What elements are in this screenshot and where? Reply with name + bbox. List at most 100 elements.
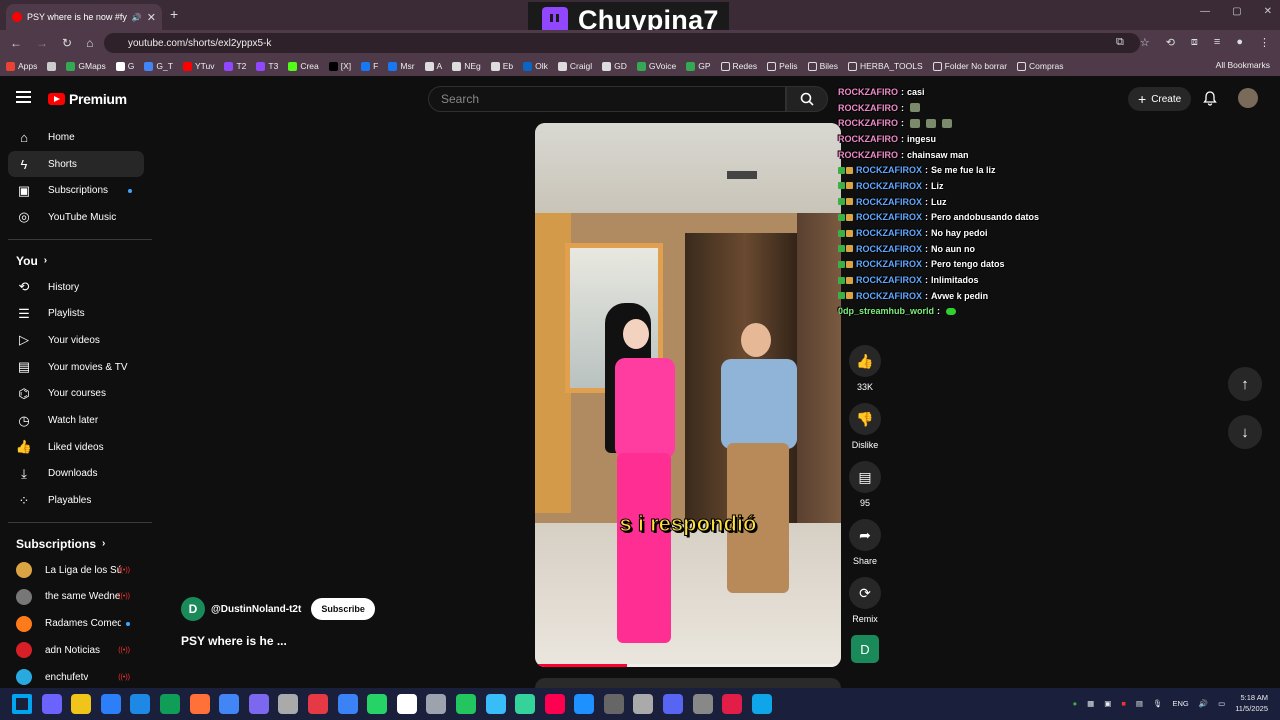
subscriptions-header[interactable]: Subscriptions › [0, 531, 152, 557]
language-indicator[interactable]: ENG [1172, 699, 1188, 708]
taskbar-app-icon[interactable] [515, 694, 536, 714]
bookmark-item[interactable]: YTuv [182, 61, 214, 71]
bookmark-item[interactable]: Craigl [557, 61, 592, 71]
bookmark-item[interactable]: G_T [144, 61, 173, 71]
bookmark-item[interactable]: T3 [256, 61, 278, 71]
taskbar-app-icon[interactable] [751, 694, 772, 714]
remix-button[interactable]: ⟳ [849, 577, 881, 609]
extensions-icon[interactable]: ⧈ [1191, 36, 1198, 49]
bookmark-item[interactable]: Crea [288, 61, 319, 71]
create-button[interactable]: + Create [1128, 87, 1192, 111]
sidebar-item-movies[interactable]: ▤ Your movies & TV [8, 354, 144, 381]
all-bookmarks-button[interactable]: All Bookmarks [1216, 60, 1270, 70]
taskbar-app-icon[interactable] [248, 694, 269, 714]
taskbar-app-icon[interactable] [426, 694, 447, 714]
clock[interactable]: 5:18 AM 11/5/2025 [1235, 692, 1268, 714]
profile-icon[interactable]: ● [1236, 36, 1243, 49]
avatar[interactable] [1238, 88, 1258, 108]
taskbar-app-icon[interactable] [337, 694, 358, 714]
channel-avatar-small[interactable]: D [851, 635, 879, 663]
tray-icon[interactable]: ▦ [1087, 699, 1094, 708]
taskbar-app-icon[interactable] [159, 694, 180, 714]
youtube-logo[interactable]: Premium [48, 91, 127, 107]
bookmark-folder[interactable]: Pelis [767, 61, 798, 71]
bookmark-item[interactable]: F [361, 61, 378, 71]
media-icon[interactable]: ≡ [1214, 36, 1220, 49]
new-tab-button[interactable]: + [170, 6, 178, 22]
previous-short-button[interactable]: ↑ [1228, 367, 1262, 401]
taskbar-app-icon[interactable] [71, 694, 92, 714]
channel-handle[interactable]: @DustinNoland-t2t [211, 604, 301, 615]
bookmark-item[interactable]: GD [602, 61, 627, 71]
display-icon[interactable]: ▭ [1218, 699, 1225, 708]
close-tab-icon[interactable]: ✕ [147, 11, 156, 24]
channel-avatar[interactable]: D [181, 597, 205, 621]
bookmark-item[interactable]: T2 [224, 61, 246, 71]
bookmark-item[interactable]: [X] [328, 61, 351, 71]
next-short-preview[interactable] [535, 678, 841, 688]
sidebar-item-courses[interactable]: ⌬ Your courses [8, 381, 144, 408]
sidebar-sub-channel[interactable]: La Liga de los Sú...((•)) [8, 557, 144, 584]
sidebar-item-subscriptions[interactable]: ▣ Subscriptions [8, 177, 144, 204]
sidebar-item-your-videos[interactable]: ▷ Your videos [8, 327, 144, 354]
bookmark-item[interactable]: Eb [490, 61, 513, 71]
maximize-button[interactable]: ▢ [1232, 6, 1241, 17]
sidebar-item-youtube-music[interactable]: ◎ YouTube Music [8, 204, 144, 231]
sidebar-item-playlists[interactable]: ☰ Playlists [8, 300, 144, 327]
taskbar-app-icon[interactable] [692, 694, 713, 714]
short-video-player[interactable]: s i respondió [535, 123, 841, 667]
sidebar-item-playables[interactable]: ⁘ Playables [8, 487, 144, 514]
taskbar-app-icon[interactable] [278, 694, 299, 714]
menu-hamburger-icon[interactable] [16, 91, 31, 103]
sidebar-sub-channel[interactable]: enchufetv ((•)) [8, 664, 144, 691]
bookmark-item[interactable]: NEg [452, 61, 481, 71]
menu-icon[interactable]: ⋮ [1259, 36, 1270, 49]
sidebar-item-liked-videos[interactable]: 👍 Liked videos [8, 434, 144, 461]
forward-icon[interactable]: → [36, 36, 48, 50]
bookmark-folder[interactable]: Biles [807, 61, 838, 71]
history-browser-icon[interactable]: ⟲ [1166, 36, 1175, 49]
bookmark-folder[interactable]: Compras [1017, 61, 1064, 71]
tray-icon[interactable]: ▣ [1104, 699, 1111, 708]
sidebar-item-watch-later[interactable]: ◷ Watch later [8, 407, 144, 434]
taskbar-app-icon[interactable] [219, 694, 240, 714]
taskbar-app-icon[interactable] [603, 694, 624, 714]
url-bar[interactable]: youtube.com/shorts/exl2yppx5-k [104, 33, 1140, 53]
taskbar-app-icon[interactable] [633, 694, 654, 714]
bookmark-folder[interactable]: HERBA_TOOLS [848, 61, 923, 71]
taskbar-app-icon[interactable] [485, 694, 506, 714]
taskbar-app-icon[interactable] [722, 694, 743, 714]
like-button[interactable]: 👍 [849, 345, 881, 377]
bookmark-star-icon[interactable]: ☆ [1140, 36, 1150, 49]
home-browser-icon[interactable]: ⌂ [86, 36, 93, 50]
bookmark-item[interactable]: Apps [6, 61, 37, 71]
sidebar-item-downloads[interactable]: ⤓ Downloads [8, 461, 144, 488]
bookmark-folder[interactable]: Folder No borrar [932, 61, 1007, 71]
taskbar-app-icon[interactable] [189, 694, 210, 714]
sidebar-sub-channel[interactable]: Radames Comedy [8, 610, 144, 637]
next-short-button[interactable]: ↓ [1228, 415, 1262, 449]
minimize-button[interactable]: — [1200, 6, 1210, 17]
short-title[interactable]: PSY where is he ... [181, 634, 287, 648]
bookmark-item[interactable]: G [115, 61, 134, 71]
sidebar-item-history[interactable]: ⟲ History [8, 274, 144, 301]
install-icon[interactable]: ⧉ [1116, 36, 1124, 49]
sidebar-sub-channel[interactable]: the same Wedne... ((•)) [8, 584, 144, 611]
speaker-icon[interactable]: 🔊 [1199, 699, 1208, 708]
subscribe-button[interactable]: Subscribe [311, 598, 375, 620]
taskbar-app-icon[interactable] [396, 694, 417, 714]
bookmark-item[interactable]: Msr [388, 61, 415, 71]
share-button[interactable]: ➦ [849, 519, 881, 551]
taskbar-app-icon[interactable] [455, 694, 476, 714]
bookmark-item[interactable]: GVoice [636, 61, 676, 71]
bookmark-item[interactable]: GP [686, 61, 711, 71]
video-progress-bar[interactable] [535, 664, 841, 667]
sidebar-sub-channel[interactable]: adn Noticias ((•)) [8, 637, 144, 664]
back-icon[interactable]: ← [10, 36, 22, 50]
tray-icon[interactable]: ▤ [1136, 699, 1143, 708]
notifications-bell-icon[interactable] [1202, 90, 1218, 111]
reload-icon[interactable]: ↻ [62, 36, 72, 50]
bookmark-item[interactable]: Olk [523, 61, 548, 71]
taskbar-app-icon[interactable] [307, 694, 328, 714]
bookmark-item[interactable]: GMaps [66, 61, 106, 71]
